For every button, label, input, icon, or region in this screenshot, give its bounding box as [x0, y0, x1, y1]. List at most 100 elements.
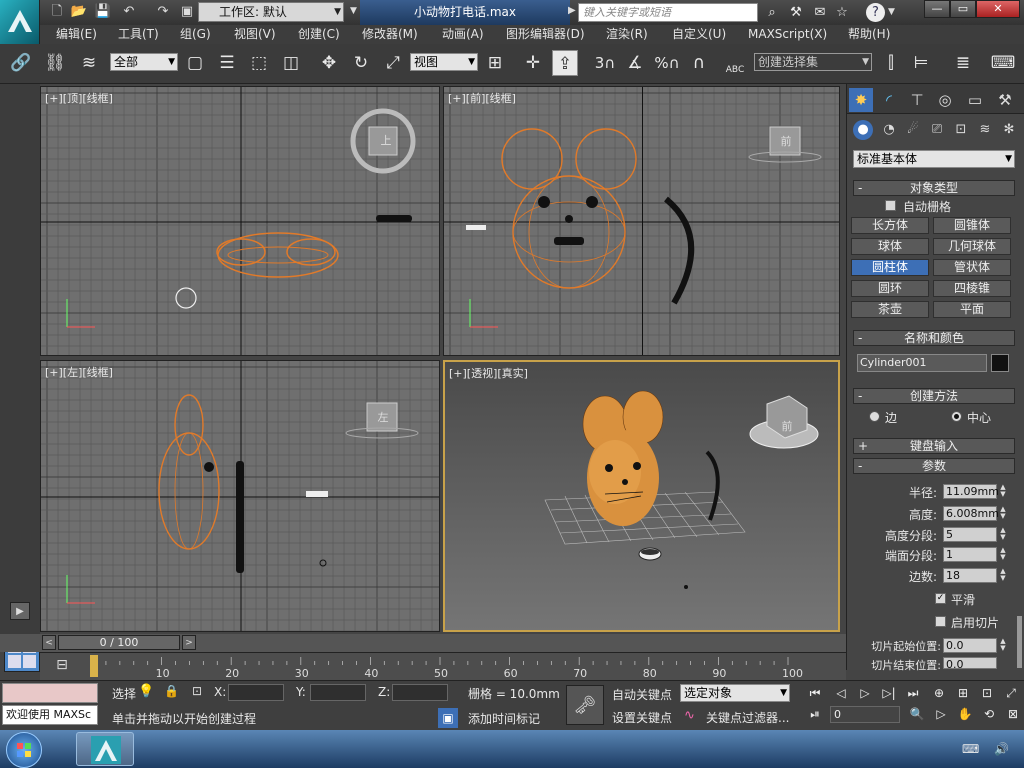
absolute-mode-icon[interactable]: ⊡	[192, 684, 208, 698]
tab-hierarchy-icon[interactable]: ⊤	[905, 88, 929, 112]
current-frame-marker[interactable]	[90, 655, 98, 677]
y-coord-input[interactable]	[310, 684, 366, 701]
project-folder-icon[interactable]: ▣	[178, 3, 196, 21]
object-type-button-3[interactable]: 几何球体	[933, 238, 1011, 255]
time-config-icon[interactable]: ⏯	[804, 704, 826, 724]
smooth-checkbox[interactable]: ✓	[935, 593, 946, 604]
cap-segments-input[interactable]: 1	[943, 547, 997, 562]
window-crossing-icon[interactable]: ◫	[278, 50, 304, 76]
auto-key-button[interactable]: 自动关键点	[612, 686, 672, 703]
object-type-button-5[interactable]: 管状体	[933, 259, 1011, 276]
lights-icon[interactable]: ☄	[903, 120, 923, 140]
height-segments-input[interactable]: 5	[943, 527, 997, 542]
object-color-swatch[interactable]	[991, 354, 1009, 372]
minimize-button[interactable]: —	[924, 0, 950, 18]
go-to-end-icon[interactable]: ⏭	[902, 683, 924, 703]
viewport-front[interactable]: 前 [+][前][线框]	[443, 86, 840, 356]
panel-scrollbar[interactable]	[1017, 616, 1022, 668]
menu-item-10[interactable]: MAXScript(X)	[748, 26, 827, 43]
object-type-button-8[interactable]: 茶壶	[851, 301, 929, 318]
auto-grid-checkbox[interactable]	[885, 200, 896, 211]
object-type-button-1[interactable]: 圆锥体	[933, 217, 1011, 234]
angle-snap-icon[interactable]: ∡	[622, 50, 648, 76]
rollout-parameters[interactable]: - 参数	[853, 458, 1015, 474]
menu-item-0[interactable]: 编辑(E)	[56, 26, 97, 43]
mirror-icon[interactable]: ⫿	[878, 50, 904, 76]
previous-frame-icon[interactable]: ◁	[830, 683, 852, 703]
viewport-label-top[interactable]: [+][顶][线框]	[45, 90, 113, 106]
expand-ribbon-icon[interactable]: ▶	[10, 602, 30, 620]
search-arrow-icon[interactable]: ▶	[568, 5, 576, 16]
menu-item-1[interactable]: 工具(T)	[118, 26, 159, 43]
select-by-name-icon[interactable]: ☰	[214, 50, 240, 76]
geometry-icon[interactable]: ●	[853, 120, 873, 140]
height-input[interactable]: 6.008mm	[943, 506, 999, 521]
link-icon[interactable]: 🔗	[8, 50, 34, 76]
keyboard-tray-icon[interactable]: ⌨	[962, 742, 979, 756]
select-manipulate-icon[interactable]: ✛	[520, 50, 546, 76]
move-icon[interactable]: ✥	[316, 50, 342, 76]
edit-named-selection-icon[interactable]: ABC	[722, 50, 748, 76]
select-object-icon[interactable]: ▢	[182, 50, 208, 76]
taskbar-3dsmax-button[interactable]	[76, 732, 134, 766]
save-file-icon[interactable]: 💾	[94, 3, 112, 21]
go-to-start-icon[interactable]: ⏮	[804, 683, 826, 703]
workspace-dropdown[interactable]: 工作区: 默认 ▼	[198, 2, 344, 22]
next-frame-arrow-icon[interactable]: >	[182, 635, 196, 650]
rollout-object-type[interactable]: - 对象类型	[853, 180, 1015, 196]
object-type-button-4[interactable]: 圆柱体	[851, 259, 929, 276]
edge-radio[interactable]	[869, 411, 880, 422]
menu-item-3[interactable]: 视图(V)	[234, 26, 276, 43]
time-slider-thumb[interactable]: 0 / 100	[58, 635, 180, 650]
rollout-keyboard-entry[interactable]: + 键盘输入	[853, 438, 1015, 454]
keyword-search-input[interactable]: 键入关键字或短语	[578, 3, 758, 22]
zoom-icon[interactable]: 🔍	[906, 704, 928, 724]
redo-icon[interactable]: ↷	[154, 3, 172, 21]
named-selection-dropdown[interactable]: 创建选择集 ▼	[754, 53, 872, 71]
time-slider[interactable]: < 0 / 100 >	[0, 634, 846, 652]
viewcube-left[interactable]: 左	[373, 409, 393, 425]
object-type-button-2[interactable]: 球体	[851, 238, 929, 255]
menu-item-11[interactable]: 帮助(H)	[848, 26, 890, 43]
zoom-extents-all-icon[interactable]: ⊡	[976, 683, 998, 703]
x-coord-input[interactable]	[228, 684, 284, 701]
zoom-extents-icon[interactable]: ⊞	[952, 683, 974, 703]
slice-from-spinner-icon[interactable]: ▲ ▼	[999, 638, 1007, 653]
object-name-input[interactable]: Cylinder001	[857, 354, 987, 372]
selection-filter-dropdown[interactable]: 全部 ▼	[110, 53, 178, 71]
key-filters-icon[interactable]: ∿	[684, 708, 702, 723]
prev-frame-arrow-icon[interactable]: <	[42, 635, 56, 650]
help-icon[interactable]: ?	[866, 3, 885, 22]
rollout-creation-method[interactable]: - 创建方法	[853, 388, 1015, 404]
slice-on-checkbox[interactable]	[935, 616, 946, 627]
volume-tray-icon[interactable]: 🔊	[994, 742, 1009, 756]
object-type-button-0[interactable]: 长方体	[851, 217, 929, 234]
maxscript-listener-input[interactable]: 欢迎使用 MAXSc	[2, 705, 98, 725]
shapes-icon[interactable]: ◔	[879, 120, 899, 140]
layer-manager-icon[interactable]: ≣	[950, 50, 976, 76]
viewcube-front[interactable]: 前	[776, 133, 796, 149]
rollout-name-color[interactable]: - 名称和颜色	[853, 330, 1015, 346]
menu-item-2[interactable]: 组(G)	[180, 26, 211, 43]
tab-motion-icon[interactable]: ◎	[933, 88, 957, 112]
primitive-category-dropdown[interactable]: 标准基本体 ▼	[853, 150, 1015, 168]
current-frame-input[interactable]: 0	[830, 706, 900, 723]
space-warps-icon[interactable]: ≋	[975, 120, 995, 140]
favorites-star-icon[interactable]: ☆	[832, 3, 852, 22]
set-key-button[interactable]: 设置关键点	[612, 709, 672, 726]
radius-spinner-icon[interactable]: ▲ ▼	[999, 484, 1007, 499]
play-icon[interactable]: ▷	[854, 683, 876, 703]
maximize-button[interactable]: ▭	[950, 0, 976, 18]
snap-toggle-icon[interactable]: 3∩	[592, 50, 618, 76]
keyboard-shortcut-override-icon[interactable]: ⇪	[552, 50, 578, 76]
slice-from-input[interactable]: 0.0	[943, 638, 997, 653]
track-bar[interactable]: 10 20 30 40 50 60 70 80 90 100	[90, 652, 846, 680]
subscription-icon[interactable]: ⚒	[786, 3, 806, 22]
next-frame-icon[interactable]: ▷|	[878, 683, 900, 703]
pan-hand-icon[interactable]: ✋	[954, 704, 976, 724]
tab-display-icon[interactable]: ▭	[963, 88, 987, 112]
maxscript-listener-pink[interactable]	[2, 683, 98, 703]
z-coord-input[interactable]	[392, 684, 448, 701]
rotate-icon[interactable]: ↻	[348, 50, 374, 76]
align-icon[interactable]: ⊨	[908, 50, 934, 76]
